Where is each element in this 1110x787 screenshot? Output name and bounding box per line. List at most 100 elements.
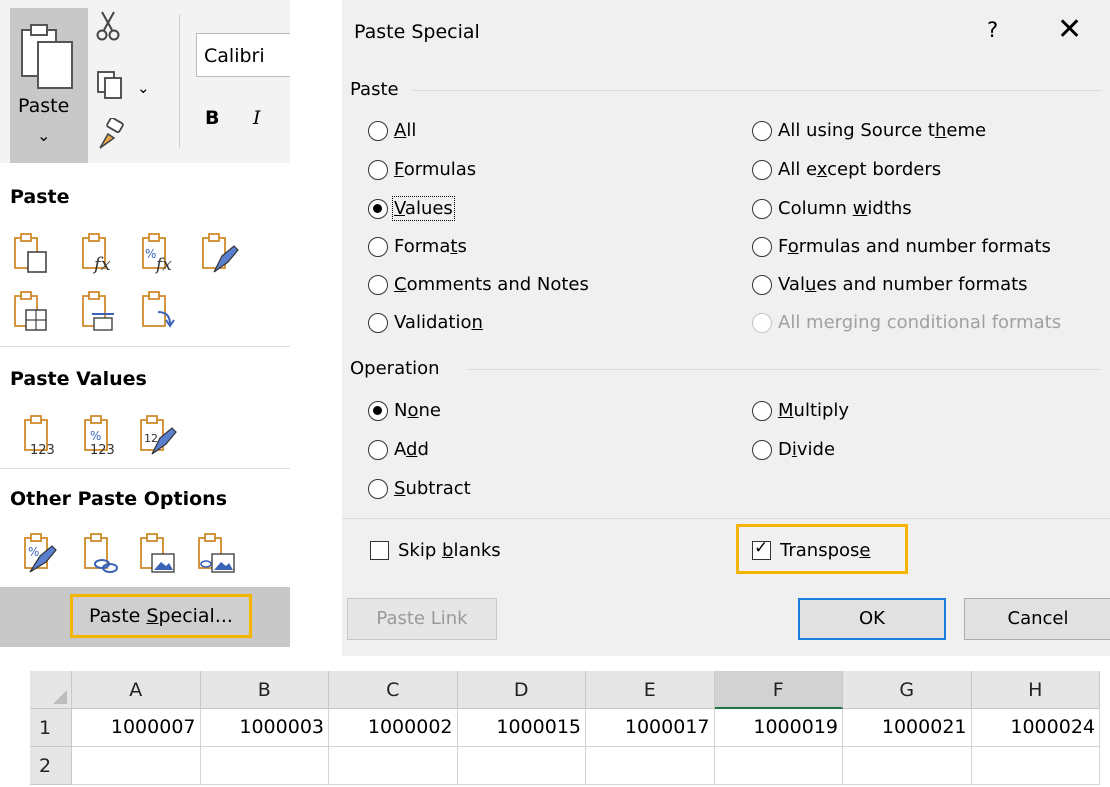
skip-blanks-label: Skip blanks xyxy=(398,540,501,561)
radio-circle[interactable] xyxy=(752,236,772,257)
radio-values-number-formats[interactable]: Values and number formats xyxy=(752,274,1028,295)
select-all-corner[interactable] xyxy=(30,671,72,709)
radio-circle[interactable] xyxy=(368,439,388,460)
radio-circle[interactable] xyxy=(752,198,772,219)
radio-values[interactable]: Values xyxy=(368,196,455,221)
cell-c2[interactable] xyxy=(329,747,458,785)
formatting-icon[interactable]: % xyxy=(22,532,62,574)
radio-circle[interactable] xyxy=(368,312,388,333)
cell-f1[interactable]: 1000019 xyxy=(714,709,843,747)
radio-all-using-source-theme[interactable]: All using Source theme xyxy=(752,120,986,141)
cell-g2[interactable] xyxy=(843,747,972,785)
paste-button[interactable]: Paste ⌄ xyxy=(10,8,88,163)
radio-circle[interactable] xyxy=(368,198,388,219)
cell-e1[interactable]: 1000017 xyxy=(586,709,715,747)
column-header-g[interactable]: G xyxy=(843,671,972,709)
cell-f2[interactable] xyxy=(714,747,843,785)
radio-divide-label: Divide xyxy=(778,439,836,460)
paste-formulas-icon[interactable]: fx xyxy=(80,232,120,274)
radio-values-label: Values xyxy=(392,196,455,221)
copy-chevron-icon[interactable]: ⌄ xyxy=(137,79,150,97)
paste-formulas-number-formatting-icon[interactable]: % fx xyxy=(140,232,180,274)
values-icon[interactable]: 123 xyxy=(22,414,62,456)
cell-d2[interactable] xyxy=(457,747,586,785)
radio-add[interactable]: Add xyxy=(368,439,429,460)
paste-clipboard-icon xyxy=(21,24,73,89)
column-header-c[interactable]: C xyxy=(329,671,458,709)
paste-label: Paste xyxy=(18,95,70,117)
radio-circle[interactable] xyxy=(752,400,772,421)
format-painter-icon[interactable] xyxy=(96,118,126,150)
radio-circle[interactable] xyxy=(368,120,388,141)
cell-d1[interactable]: 1000015 xyxy=(457,709,586,747)
column-header-e[interactable]: E xyxy=(586,671,715,709)
column-header-h[interactable]: H xyxy=(971,671,1100,709)
cell-a1[interactable]: 1000007 xyxy=(72,709,201,747)
radio-circle[interactable] xyxy=(368,159,388,180)
paste-link-icon[interactable] xyxy=(82,532,122,574)
radio-column-widths[interactable]: Column widths xyxy=(752,198,912,219)
transpose-icon[interactable] xyxy=(140,290,180,332)
keep-source-column-widths-icon[interactable] xyxy=(80,290,120,332)
radio-circle[interactable] xyxy=(752,120,772,141)
values-number-formatting-icon[interactable]: % 123 xyxy=(82,414,122,456)
column-header-a[interactable]: A xyxy=(72,671,201,709)
cell-g1[interactable]: 1000021 xyxy=(843,709,972,747)
radio-circle[interactable] xyxy=(752,274,772,295)
close-icon[interactable]: ✕ xyxy=(1057,12,1082,47)
cell-c1[interactable]: 1000002 xyxy=(329,709,458,747)
radio-all-except-borders[interactable]: All except borders xyxy=(752,159,941,180)
paste-special-menu-item[interactable]: Paste Special... xyxy=(70,594,252,638)
radio-multiply[interactable]: Multiply xyxy=(752,400,849,421)
help-icon[interactable]: ? xyxy=(987,18,998,42)
cell-b2[interactable] xyxy=(200,747,329,785)
paste-icon[interactable] xyxy=(12,232,52,274)
ok-button[interactable]: OK xyxy=(798,598,946,640)
picture-icon[interactable] xyxy=(138,532,178,574)
cell-b1[interactable]: 1000003 xyxy=(200,709,329,747)
radio-merging-label: All merging conditional formats xyxy=(778,312,1062,333)
transpose-checkbox[interactable]: Transpose xyxy=(752,538,870,561)
cell-e2[interactable] xyxy=(586,747,715,785)
values-source-formatting-icon[interactable]: 12 xyxy=(138,414,178,456)
radio-none[interactable]: None xyxy=(368,400,441,421)
paste-link-button[interactable]: Paste Link xyxy=(347,598,497,640)
radio-formulas[interactable]: Formulas xyxy=(368,159,476,180)
cell-h1[interactable]: 1000024 xyxy=(971,709,1100,747)
cell-h2[interactable] xyxy=(971,747,1100,785)
keep-source-formatting-icon[interactable] xyxy=(200,232,240,274)
radio-circle[interactable] xyxy=(752,439,772,460)
row-header-1[interactable]: 1 xyxy=(30,709,72,747)
radio-formats[interactable]: Formats xyxy=(368,236,467,257)
radio-circle[interactable] xyxy=(368,478,388,499)
group-divider xyxy=(466,369,1102,370)
checkbox-box[interactable] xyxy=(370,541,389,560)
cell-a2[interactable] xyxy=(72,747,201,785)
radio-circle[interactable] xyxy=(368,236,388,257)
svg-text:%: % xyxy=(90,429,101,443)
column-header-f[interactable]: F xyxy=(714,671,843,709)
radio-subtract[interactable]: Subtract xyxy=(368,478,471,499)
chevron-down-icon[interactable]: ⌄ xyxy=(37,126,50,145)
radio-all[interactable]: All xyxy=(368,120,416,141)
linked-picture-icon[interactable] xyxy=(196,532,236,574)
radio-validation[interactable]: Validation xyxy=(368,312,483,333)
bold-button[interactable]: B xyxy=(205,107,219,129)
checkbox-box[interactable] xyxy=(752,538,771,560)
skip-blanks-checkbox[interactable]: Skip blanks xyxy=(370,540,501,561)
radio-circle[interactable] xyxy=(752,159,772,180)
no-borders-icon[interactable] xyxy=(12,290,52,332)
font-name-box[interactable]: Calibri xyxy=(196,33,290,77)
radio-formulas-number-formats[interactable]: Formulas and number formats xyxy=(752,236,1051,257)
scissors-icon[interactable] xyxy=(96,10,120,42)
radio-divide[interactable]: Divide xyxy=(752,439,835,460)
column-header-d[interactable]: D xyxy=(457,671,586,709)
italic-button[interactable]: I xyxy=(253,107,261,129)
radio-comments-notes[interactable]: Comments and Notes xyxy=(368,274,589,295)
row-header-2[interactable]: 2 xyxy=(30,747,72,785)
copy-icon[interactable] xyxy=(96,70,126,100)
cancel-button[interactable]: Cancel xyxy=(964,598,1110,640)
radio-circle[interactable] xyxy=(368,274,388,295)
radio-circle[interactable] xyxy=(368,400,388,421)
column-header-b[interactable]: B xyxy=(200,671,329,709)
